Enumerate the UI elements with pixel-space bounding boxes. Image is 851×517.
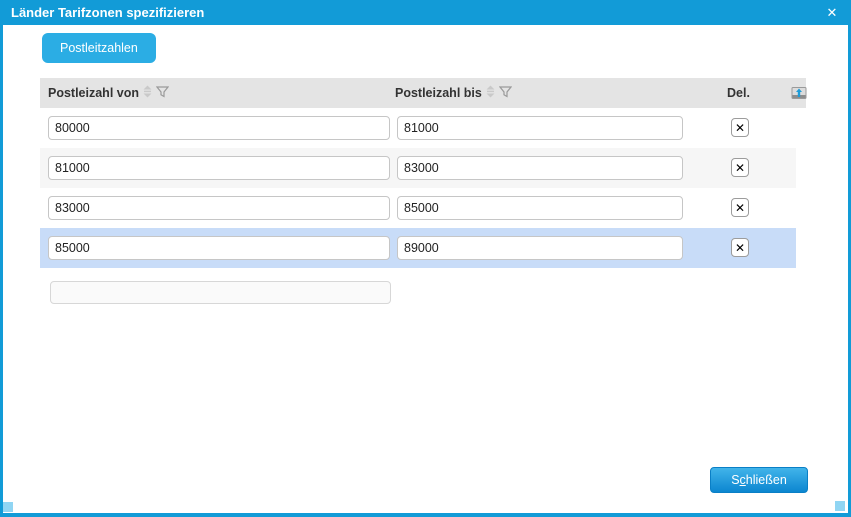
postleizahl-von-input[interactable] xyxy=(48,116,390,140)
postleizahl-bis-input[interactable] xyxy=(397,116,683,140)
table-row: ✕ xyxy=(40,188,796,228)
table-row: ✕ xyxy=(40,108,796,148)
delete-icon: ✕ xyxy=(734,120,746,135)
column-header-von-label: Postleizahl von xyxy=(48,86,139,100)
column-header-bis-label: Postleizahl bis xyxy=(395,86,482,100)
filter-icon[interactable] xyxy=(155,79,170,109)
schliessen-button[interactable]: Schließen xyxy=(710,467,808,493)
sort-icon[interactable] xyxy=(142,79,153,109)
delete-row-button[interactable]: ✕ xyxy=(731,238,749,257)
delete-row-button[interactable]: ✕ xyxy=(731,198,749,217)
resize-grip-left[interactable] xyxy=(3,502,13,512)
new-postleizahl-von-input[interactable] xyxy=(50,281,391,304)
dialog-window: Länder Tarifzonen spezifizieren ✕ Postle… xyxy=(0,0,851,517)
delete-icon: ✕ xyxy=(734,200,746,215)
delete-row-button[interactable]: ✕ xyxy=(731,158,749,177)
postleizahl-von-input[interactable] xyxy=(48,156,390,180)
postleizahl-von-input[interactable] xyxy=(48,236,390,260)
column-header-bis[interactable]: Postleizahl bis xyxy=(395,78,513,109)
grid-rows: ✕ ✕ ✕ ✕ xyxy=(40,108,796,268)
tab-postleitzahlen[interactable]: Postleitzahlen xyxy=(42,33,156,63)
resize-grip-right[interactable] xyxy=(835,501,845,511)
table-row: ✕ xyxy=(40,148,796,188)
dialog-titlebar[interactable]: Länder Tarifzonen spezifizieren ✕ xyxy=(3,0,848,25)
dialog-title: Länder Tarifzonen spezifizieren xyxy=(11,5,205,20)
delete-icon: ✕ xyxy=(734,240,746,255)
postleizahl-bis-input[interactable] xyxy=(397,196,683,220)
table-row: ✕ xyxy=(40,228,796,268)
column-header-von[interactable]: Postleizahl von xyxy=(48,78,170,109)
schliessen-label-prefix: S xyxy=(731,473,740,487)
grid-header: Postleizahl von Postleizahl bis Del. xyxy=(40,78,807,109)
schliessen-label-suffix: hließen xyxy=(745,473,787,487)
delete-row-button[interactable]: ✕ xyxy=(731,118,749,137)
postleizahl-bis-input[interactable] xyxy=(397,236,683,260)
delete-icon: ✕ xyxy=(734,160,746,175)
filter-icon[interactable] xyxy=(498,79,513,109)
postleizahl-bis-input[interactable] xyxy=(397,156,683,180)
postleizahl-von-input[interactable] xyxy=(48,196,390,220)
grid-menu-icon[interactable] xyxy=(791,85,807,101)
close-icon[interactable]: ✕ xyxy=(824,0,840,25)
sort-icon[interactable] xyxy=(485,79,496,109)
column-header-del: Del. xyxy=(727,86,750,100)
